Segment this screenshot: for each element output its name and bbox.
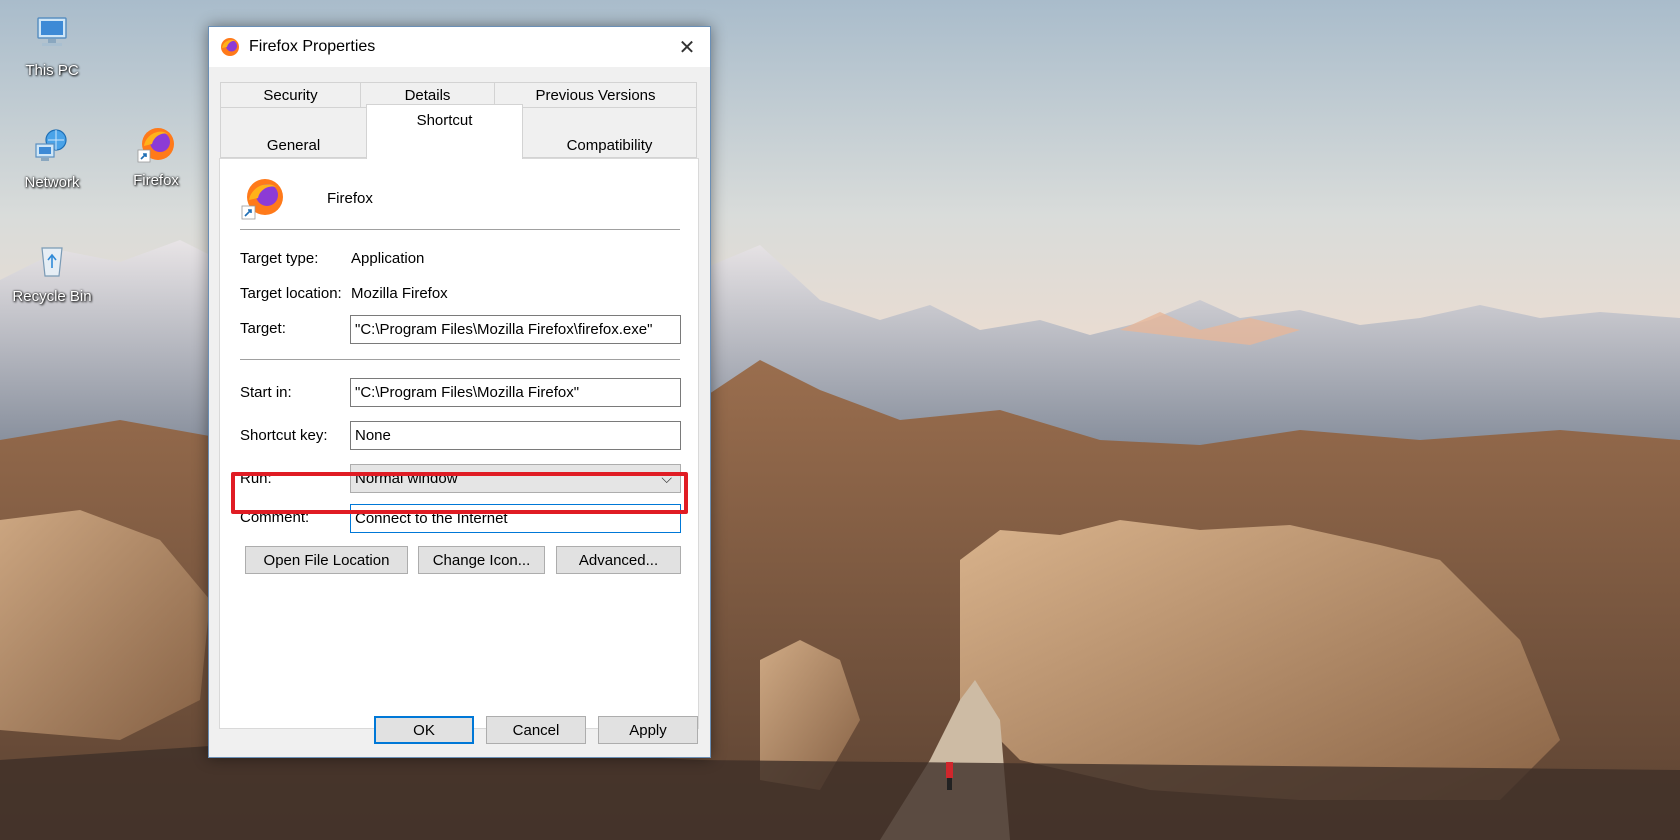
target-location-label: Target location: bbox=[240, 285, 342, 302]
app-name: Firefox bbox=[327, 190, 373, 207]
desktop-icon-recycle-bin[interactable]: Recycle Bin bbox=[4, 240, 100, 305]
firefox-shortcut-icon bbox=[241, 179, 283, 220]
firefox-icon bbox=[221, 38, 239, 56]
dialog-title: Firefox Properties bbox=[249, 38, 376, 55]
desktop-icon-label: Network bbox=[24, 174, 80, 191]
title-bar[interactable]: Firefox Properties ✕ bbox=[209, 27, 710, 67]
target-location-value: Mozilla Firefox bbox=[351, 285, 448, 302]
run-label: Run: bbox=[240, 470, 272, 487]
desktop-icon-this-pc[interactable]: This PC bbox=[4, 14, 100, 79]
start-in-label: Start in: bbox=[240, 384, 292, 401]
target-input[interactable]: "C:\Program Files\Mozilla Firefox\firefo… bbox=[350, 315, 681, 344]
advanced-button[interactable]: Advanced... bbox=[556, 546, 681, 574]
divider bbox=[240, 229, 680, 230]
desktop-icon-firefox[interactable]: Firefox bbox=[108, 124, 204, 189]
close-icon: ✕ bbox=[678, 36, 696, 59]
target-label: Target: bbox=[240, 320, 286, 337]
comment-input[interactable]: Connect to the Internet bbox=[350, 504, 681, 533]
divider bbox=[240, 359, 680, 360]
desktop-icon-label: Firefox bbox=[133, 172, 179, 189]
desktop-icon-network[interactable]: Network bbox=[4, 126, 100, 191]
close-button[interactable]: ✕ bbox=[664, 27, 710, 67]
start-in-input[interactable]: "C:\Program Files\Mozilla Firefox" bbox=[350, 378, 681, 407]
apply-button[interactable]: Apply bbox=[598, 716, 698, 744]
properties-dialog: Firefox Properties ✕ Security Details Pr… bbox=[208, 26, 711, 758]
recycle-bin-icon bbox=[41, 247, 63, 277]
ok-button[interactable]: OK bbox=[374, 716, 474, 744]
tab-general[interactable]: General bbox=[220, 107, 367, 158]
shortcut-panel: Firefox Target type: Application Target … bbox=[219, 158, 699, 729]
run-select-value: Normal window bbox=[355, 470, 458, 487]
target-type-value: Application bbox=[351, 250, 425, 267]
tab-strip: Security Details Previous Versions Gener… bbox=[220, 82, 697, 159]
cancel-button[interactable]: Cancel bbox=[486, 716, 586, 744]
tab-shortcut[interactable]: Shortcut bbox=[366, 104, 523, 159]
tab-compatibility[interactable]: Compatibility bbox=[522, 107, 697, 158]
open-file-location-button[interactable]: Open File Location bbox=[245, 546, 408, 574]
comment-label: Comment: bbox=[240, 509, 310, 526]
chevron-down-icon: ⌵ bbox=[661, 470, 672, 486]
desktop-icon-label: Recycle Bin bbox=[12, 288, 92, 305]
shortcut-key-label: Shortcut key: bbox=[240, 427, 328, 444]
run-select[interactable]: Normal window ⌵ bbox=[350, 464, 681, 493]
shortcut-key-input[interactable]: None bbox=[350, 421, 681, 450]
change-icon-button[interactable]: Change Icon... bbox=[418, 546, 545, 574]
network-icon bbox=[35, 129, 67, 161]
tab-security[interactable]: Security bbox=[220, 82, 361, 108]
desktop-icon-label: This PC bbox=[25, 62, 79, 79]
computer-icon bbox=[37, 17, 67, 46]
target-type-label: Target type: bbox=[240, 250, 319, 267]
tab-previous-versions[interactable]: Previous Versions bbox=[494, 82, 697, 108]
firefox-shortcut-icon bbox=[137, 128, 174, 163]
